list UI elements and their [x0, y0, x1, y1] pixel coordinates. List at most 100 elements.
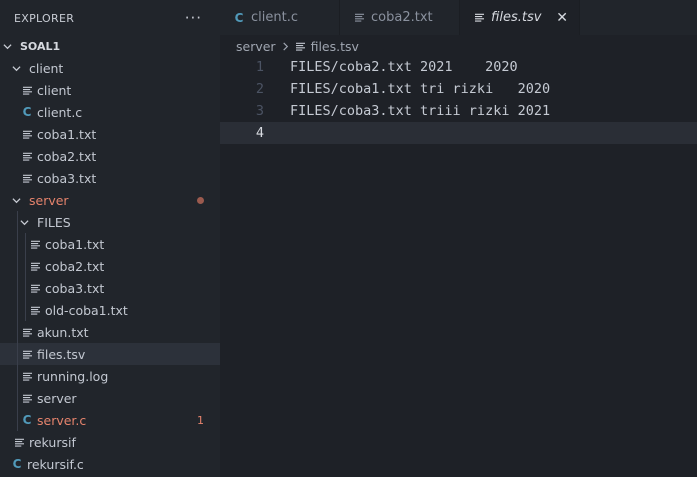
- file-files-coba2[interactable]: coba2.txt: [0, 255, 220, 277]
- indent-guide: [17, 299, 18, 321]
- more-actions-icon[interactable]: ···: [185, 9, 202, 27]
- tree-item-label: coba3.txt: [45, 280, 105, 296]
- problem-count-badge: 1: [197, 413, 204, 427]
- tree-item-label: rekursif.c: [27, 456, 84, 472]
- tab-label: coba2.txt: [371, 10, 433, 25]
- text-file-icon: [30, 240, 40, 249]
- tree-item-label: FILES: [37, 214, 71, 230]
- text-file-icon: [22, 394, 32, 403]
- editor-current-line[interactable]: 4: [220, 122, 697, 144]
- line-number: 2: [255, 81, 264, 97]
- text-file-icon: [30, 306, 40, 315]
- file-akun[interactable]: akun.txt: [0, 321, 220, 343]
- text-file-icon: [22, 130, 32, 139]
- modified-indicator: [197, 196, 204, 204]
- c-file-icon: C: [12, 457, 22, 471]
- indent-guide: [25, 299, 26, 321]
- breadcrumb-file[interactable]: files.tsv: [311, 39, 359, 54]
- indent-guide: [17, 277, 18, 299]
- tree-item-label: old-coba1.txt: [45, 302, 128, 318]
- file-rekursif[interactable]: rekursif: [0, 431, 220, 453]
- file-files-tsv[interactable]: files.tsv: [0, 343, 220, 365]
- tree-item-label: rekursif: [29, 434, 76, 450]
- text-file-icon: [296, 42, 306, 51]
- code-editor[interactable]: 1 FILES/coba2.txt 2021 2020 2 FILES/coba…: [220, 56, 697, 477]
- text-file-icon: [22, 86, 32, 95]
- text-file-icon: [22, 328, 32, 337]
- chevron-down-icon: [2, 42, 12, 51]
- text-file-icon: [22, 152, 32, 161]
- tree-item-label: coba1.txt: [37, 126, 97, 142]
- text-file-icon: [474, 13, 484, 22]
- tree-item-label: client: [37, 82, 72, 98]
- file-running-log[interactable]: running.log: [0, 365, 220, 387]
- indent-guide: [25, 277, 26, 299]
- indent-guide: [17, 255, 18, 277]
- indent-guide: [17, 321, 18, 343]
- tree-item-label: akun.txt: [37, 324, 89, 340]
- file-rekursif-c[interactable]: C rekursif.c: [0, 453, 220, 475]
- tab-label: files.tsv: [491, 10, 542, 25]
- tree-item-label: coba2.txt: [37, 148, 97, 164]
- file-client[interactable]: client: [0, 79, 220, 101]
- explorer-sidebar: EXPLORER ··· SOAL1 client client C clien…: [0, 0, 220, 477]
- text-file-icon: [22, 174, 32, 183]
- tree-item-label: server.c: [37, 412, 87, 428]
- breadcrumb: server files.tsv: [236, 35, 359, 57]
- line-number: 1: [255, 59, 264, 75]
- tab-client-c[interactable]: C client.c: [220, 0, 340, 35]
- tree-item-label: files.tsv: [37, 346, 86, 362]
- editor-line[interactable]: 2 FILES/coba1.txt tri rizki 2020: [220, 78, 697, 100]
- tab-files-tsv[interactable]: files.tsv ✕: [460, 0, 580, 35]
- tree-item-label: server: [29, 192, 69, 208]
- file-server[interactable]: server: [0, 387, 220, 409]
- chevron-down-icon: [11, 64, 21, 73]
- workspace-folder[interactable]: SOAL1: [0, 35, 220, 57]
- editor-tabs: C client.c coba2.txt files.tsv ✕: [220, 0, 697, 35]
- folder-server[interactable]: server: [0, 189, 220, 211]
- line-text: FILES/coba2.txt 2021 2020: [290, 59, 518, 75]
- editor-line[interactable]: 1 FILES/coba2.txt 2021 2020: [220, 56, 697, 78]
- breadcrumb-folder[interactable]: server: [236, 39, 276, 54]
- file-client-c[interactable]: C client.c: [0, 101, 220, 123]
- file-coba1[interactable]: coba1.txt: [0, 123, 220, 145]
- c-file-icon: C: [234, 10, 244, 25]
- text-file-icon: [14, 438, 24, 447]
- text-file-icon: [354, 13, 364, 22]
- indent-guide: [25, 233, 26, 255]
- line-number: 3: [255, 103, 264, 119]
- line-text: FILES/coba3.txt triii rizki 2021: [290, 103, 551, 119]
- file-tree: SOAL1 client client C client.c coba1.txt…: [0, 35, 220, 475]
- c-file-icon: C: [22, 413, 32, 427]
- indent-guide: [17, 365, 18, 387]
- tree-item-label: running.log: [37, 368, 109, 384]
- tree-item-label: client.c: [37, 104, 83, 120]
- tree-item-label: coba1.txt: [45, 236, 105, 252]
- text-file-icon: [30, 262, 40, 271]
- tab-label: client.c: [251, 10, 298, 25]
- folder-files[interactable]: FILES: [0, 211, 220, 233]
- file-coba2[interactable]: coba2.txt: [0, 145, 220, 167]
- file-files-coba1[interactable]: coba1.txt: [0, 233, 220, 255]
- indent-guide: [17, 211, 18, 233]
- line-number: 4: [255, 125, 264, 141]
- tree-item-label: coba3.txt: [37, 170, 97, 186]
- file-files-old-coba1[interactable]: old-coba1.txt: [0, 299, 220, 321]
- indent-guide: [17, 233, 18, 255]
- file-coba3[interactable]: coba3.txt: [0, 167, 220, 189]
- tree-item-label: server: [37, 390, 77, 406]
- folder-client[interactable]: client: [0, 57, 220, 79]
- explorer-title: EXPLORER: [14, 11, 75, 25]
- chevron-right-icon: [282, 41, 289, 51]
- file-files-coba3[interactable]: coba3.txt: [0, 277, 220, 299]
- file-server-c[interactable]: C server.c 1: [0, 409, 220, 431]
- explorer-header: EXPLORER ···: [0, 0, 220, 36]
- tab-coba2-txt[interactable]: coba2.txt: [340, 0, 460, 35]
- indent-guide: [17, 387, 18, 409]
- editor-line[interactable]: 3 FILES/coba3.txt triii rizki 2021: [220, 100, 697, 122]
- chevron-down-icon: [19, 218, 29, 227]
- text-file-icon: [30, 284, 40, 293]
- workspace-label: SOAL1: [20, 39, 61, 53]
- close-icon[interactable]: ✕: [556, 10, 568, 26]
- tree-item-label: coba2.txt: [45, 258, 105, 274]
